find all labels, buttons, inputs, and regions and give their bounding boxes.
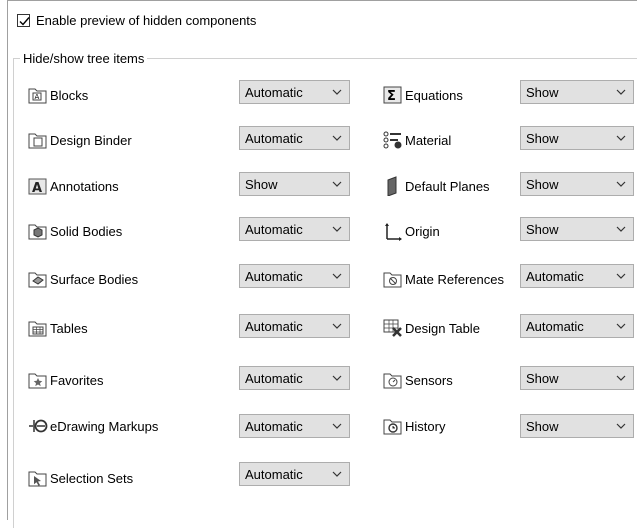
edrawing-markups-dropdown[interactable]: Automatic	[239, 414, 350, 438]
tables-folder-icon	[28, 318, 48, 338]
tree-item-selection-sets: Selection Sets	[28, 467, 133, 489]
solid-bodies-dropdown[interactable]: Automatic	[239, 217, 350, 241]
material-icon	[383, 130, 403, 150]
design-binder-folder-icon	[28, 130, 48, 150]
sensors-dropdown[interactable]: Show	[520, 366, 634, 390]
chevron-down-icon	[332, 471, 342, 477]
default-planes-dropdown[interactable]: Show	[520, 172, 634, 196]
design-binder-dropdown[interactable]: Automatic	[239, 126, 350, 150]
origin-dropdown[interactable]: Show	[520, 217, 634, 241]
default-planes-icon	[383, 176, 403, 197]
chevron-down-icon	[332, 423, 342, 429]
svg-text:A: A	[35, 93, 40, 101]
annotations-icon: A	[28, 176, 48, 196]
equations-sigma-icon: Σ	[383, 85, 403, 105]
tree-item-sensors: Sensors	[383, 369, 453, 391]
mate-references-folder-icon	[383, 269, 403, 289]
blocks-dropdown[interactable]: Automatic	[239, 80, 350, 104]
edrawing-markups-icon	[28, 416, 48, 436]
enable-preview-row[interactable]: Enable preview of hidden components	[17, 13, 256, 28]
chevron-down-icon	[616, 135, 626, 141]
equations-dropdown[interactable]: Show	[520, 80, 634, 104]
history-dropdown[interactable]: Show	[520, 414, 634, 438]
chevron-down-icon	[332, 135, 342, 141]
enable-preview-checkbox[interactable]	[17, 14, 30, 27]
tree-item-design-binder: Design Binder	[28, 129, 132, 151]
design-table-dropdown[interactable]: Automatic	[520, 314, 634, 338]
blocks-folder-icon: A	[28, 85, 48, 105]
tree-item-solid-bodies: Solid Bodies	[28, 220, 122, 242]
chevron-down-icon	[332, 323, 342, 329]
selection-sets-dropdown[interactable]: Automatic	[239, 462, 350, 486]
chevron-down-icon	[332, 375, 342, 381]
design-table-icon	[383, 318, 403, 338]
checkmark-icon	[19, 17, 30, 26]
surface-bodies-dropdown[interactable]: Automatic	[239, 264, 350, 288]
chevron-down-icon	[332, 273, 342, 279]
chevron-down-icon	[616, 375, 626, 381]
tree-item-edrawing-markups: eDrawing Markups	[28, 415, 158, 437]
favorites-dropdown[interactable]: Automatic	[239, 366, 350, 390]
mate-references-dropdown[interactable]: Automatic	[520, 264, 634, 288]
tree-item-origin: Origin	[383, 220, 440, 242]
chevron-down-icon	[332, 226, 342, 232]
chevron-down-icon	[616, 273, 626, 279]
tables-dropdown[interactable]: Automatic	[239, 314, 350, 338]
tree-item-annotations: A Annotations	[28, 175, 119, 197]
tree-item-design-table: Design Table	[383, 317, 480, 339]
svg-text:A: A	[32, 181, 42, 196]
chevron-down-icon	[332, 181, 342, 187]
chevron-down-icon	[616, 323, 626, 329]
sensors-folder-icon	[383, 370, 403, 390]
tree-item-blocks: A Blocks	[28, 84, 88, 106]
origin-axes-icon	[383, 221, 403, 241]
tree-item-equations: Σ Equations	[383, 84, 463, 106]
chevron-down-icon	[332, 89, 342, 95]
tree-item-tables: Tables	[28, 317, 88, 339]
annotations-dropdown[interactable]: Show	[239, 172, 350, 196]
history-folder-icon	[383, 416, 403, 436]
chevron-down-icon	[616, 423, 626, 429]
tree-item-surface-bodies: Surface Bodies	[28, 268, 138, 290]
solid-bodies-folder-icon	[28, 221, 48, 241]
tree-item-material: Material	[383, 129, 451, 151]
tree-item-history: History	[383, 415, 445, 437]
selection-sets-folder-icon	[28, 468, 48, 488]
tree-item-favorites: Favorites	[28, 369, 103, 391]
chevron-down-icon	[616, 226, 626, 232]
chevron-down-icon	[616, 89, 626, 95]
svg-text:Σ: Σ	[387, 89, 396, 104]
tree-item-default-planes: Default Planes	[383, 175, 490, 197]
material-dropdown[interactable]: Show	[520, 126, 634, 150]
tree-item-mate-references: Mate References	[383, 268, 504, 290]
favorites-folder-icon	[28, 370, 48, 390]
group-title: Hide/show tree items	[20, 51, 148, 66]
enable-preview-label: Enable preview of hidden components	[36, 13, 257, 28]
chevron-down-icon	[616, 181, 626, 187]
surface-bodies-folder-icon	[28, 269, 48, 289]
